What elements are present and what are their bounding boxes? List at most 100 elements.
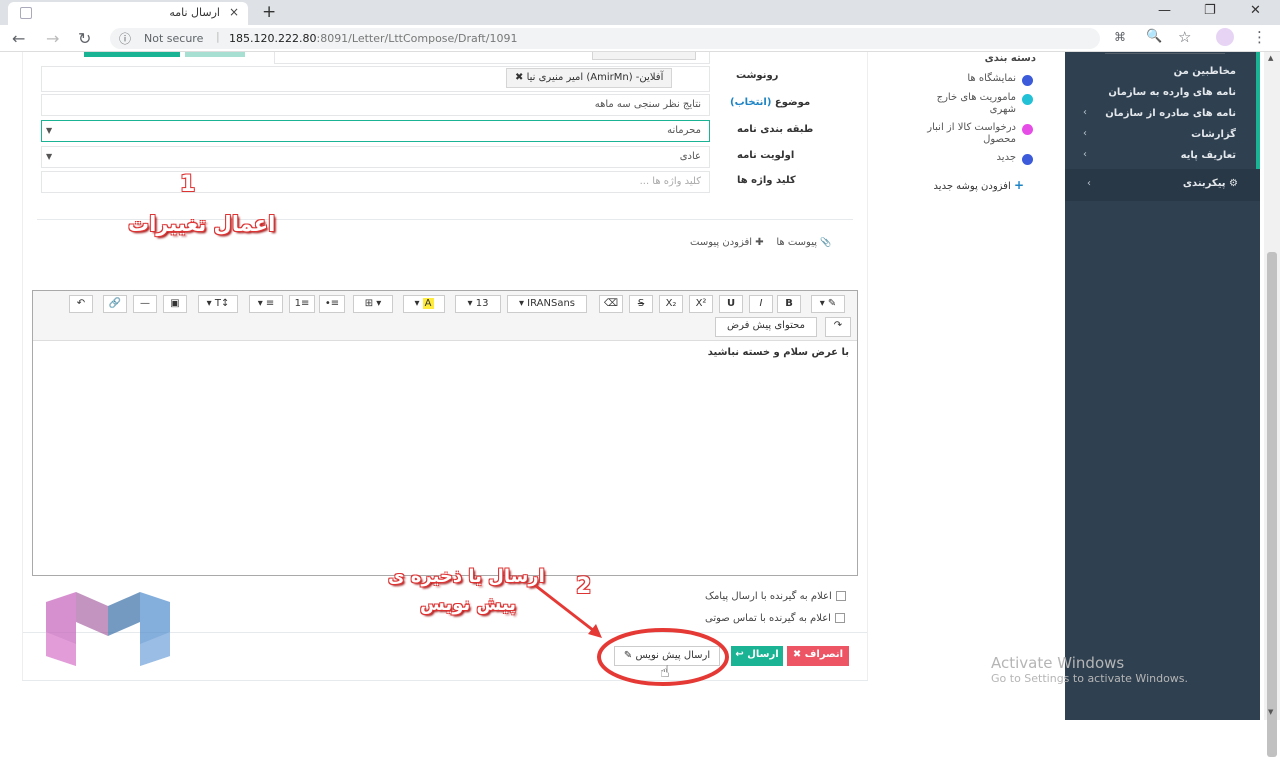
sidebar-item-contacts[interactable]: مخاطبین من (1174, 66, 1236, 77)
unordered-list-icon[interactable]: •≡ (319, 295, 345, 313)
redo-icon[interactable]: ↷ (825, 317, 851, 337)
panel-border (867, 52, 868, 680)
keywords-label: کلید واژه ها (737, 175, 796, 186)
keywords-placeholder: کلید واژه ها ... (639, 176, 701, 187)
sidebar-item-definitions[interactable]: تعاریف پایه (1181, 150, 1236, 161)
priority-label: اولویت نامه (737, 150, 795, 161)
cancel-button[interactable]: ✖ انصراف (787, 646, 849, 666)
sidebar: مخاطبین من نامه های وارده به سازمان نامه… (1065, 52, 1260, 720)
annotation-send-or-save-line1: ارسال یا ذخیره ی (388, 566, 545, 587)
menu-icon[interactable]: ⋮ (1252, 28, 1267, 46)
editor-body-text: با عرض سلام و خسته نباشید (707, 347, 849, 358)
sidebar-item-incoming[interactable]: نامه های وارده به سازمان (1108, 87, 1236, 98)
text-color-dropdown[interactable]: ▾ A (403, 295, 445, 313)
subject-label-text: موضوع (774, 97, 811, 108)
scrollbar-thumb[interactable] (1267, 252, 1277, 757)
add-attachment-link[interactable]: افزودن پیوست (690, 237, 752, 248)
sidebar-item-config[interactable]: ⚙ پیکربندی (1183, 178, 1238, 189)
close-window-button[interactable]: ✕ (1250, 3, 1261, 18)
subject-input[interactable]: نتایج نظر سنجی سه ماهه (41, 94, 710, 116)
align-dropdown[interactable]: ▾ ≡ (249, 295, 283, 313)
security-status: Not secure (144, 32, 204, 45)
sidebar-item-outgoing[interactable]: نامه های صادره از سازمان (1105, 108, 1236, 119)
annotation-send-or-save-line2: پیش نویس (420, 594, 517, 615)
url-field[interactable]: ⓘ Not secure | 185.120.222.80:8091/Lette… (110, 28, 1100, 49)
folder-item-new[interactable]: جدید (960, 152, 1016, 163)
bookmark-star-icon[interactable]: ☆ (1178, 28, 1191, 46)
font-family-dropdown[interactable]: ▾ IRANSans (507, 295, 587, 313)
keywords-input[interactable]: کلید واژه ها ... (41, 171, 710, 193)
font-size-dropdown[interactable]: ▾ 13 (455, 295, 501, 313)
config-label: پیکربندی (1182, 178, 1226, 189)
editor-toolbar: ↶ 🔗 — ▣ ▾ T↕ ▾ ≡ 1≡ •≡ ⊞ ▾ ▾ A ▾ 13 ▾ IR… (33, 291, 857, 341)
scroll-down-icon[interactable]: ▼ (1268, 708, 1273, 716)
checkbox-box[interactable] (835, 591, 846, 601)
profile-avatar[interactable] (1216, 28, 1234, 46)
new-tab-button[interactable]: + (262, 2, 276, 22)
hand-cursor-icon: ☝ (660, 662, 670, 681)
subscript-icon[interactable]: X₂ (659, 295, 683, 313)
horizontal-rule-icon[interactable]: — (133, 295, 157, 313)
underline-icon[interactable]: U (719, 295, 743, 313)
add-folder-label: افزودن پوشه جدید (933, 181, 1011, 192)
eraser-icon[interactable]: ⌫ (599, 295, 623, 313)
subject-select-link[interactable]: (انتخاب) (730, 97, 771, 108)
back-button[interactable]: ← (12, 29, 25, 48)
paperclip-icon: 📎 (820, 238, 832, 248)
classification-select[interactable]: ▼ محرمانه (41, 120, 710, 142)
top-action-button-partial-2[interactable] (185, 52, 245, 57)
send-label: ارسال (747, 649, 779, 660)
tab-close-icon[interactable]: × (229, 5, 239, 19)
page-scrollbar[interactable]: ▲ ▼ (1264, 52, 1280, 757)
subject-label: موضوع (انتخاب) (730, 97, 810, 108)
ordered-list-icon[interactable]: 1≡ (289, 295, 315, 313)
annotation-number-1: 1 (180, 172, 196, 197)
line-height-dropdown[interactable]: ▾ T↕ (198, 295, 238, 313)
minimize-button[interactable]: — (1158, 3, 1171, 18)
checkbox-box[interactable] (834, 613, 845, 623)
sidebar-item-reports[interactable]: گزارشات (1191, 129, 1236, 140)
chip-remove-icon[interactable]: ✖ (515, 72, 523, 83)
table-dropdown[interactable]: ⊞ ▾ (353, 295, 393, 313)
attachments-label: پیوست ها (776, 237, 818, 248)
url-text: 185.120.222.80:8091/Letter/LttCompose/Dr… (229, 32, 517, 45)
browser-tab[interactable]: ارسال نامه × (8, 2, 248, 25)
subject-value: نتایج نظر سنجی سه ماهه (594, 99, 701, 110)
strikethrough-icon[interactable]: S (629, 295, 653, 313)
info-icon[interactable]: ⓘ (119, 30, 131, 47)
reload-button[interactable]: ↻ (78, 29, 91, 48)
rich-text-editor[interactable]: ↶ 🔗 — ▣ ▾ T↕ ▾ ≡ 1≡ •≡ ⊞ ▾ ▾ A ▾ 13 ▾ IR… (32, 290, 858, 576)
chevron-left-icon: ‹ (1083, 128, 1087, 139)
undo-icon[interactable]: ↶ (69, 295, 93, 313)
folder-item-warehouse[interactable]: درخواست کالا از انبار محصول (910, 122, 1016, 146)
priority-value: عادی (679, 151, 701, 162)
priority-select[interactable]: ▼ عادی (41, 146, 710, 168)
folder-color-dot (1022, 75, 1033, 86)
sidebar-accent (1256, 52, 1260, 172)
folder-color-dot (1022, 94, 1033, 105)
zoom-icon[interactable]: 🔍 (1146, 29, 1162, 44)
bold-icon[interactable]: B (777, 295, 801, 313)
image-icon[interactable]: ▣ (163, 295, 187, 313)
default-content-button[interactable]: محتوای پیش فرض (715, 317, 817, 337)
italic-icon[interactable]: I (749, 295, 773, 313)
url-separator: | (216, 30, 220, 43)
maximize-button[interactable]: ❐ (1204, 3, 1216, 18)
forward-button[interactable]: → (46, 29, 59, 48)
plus-icon: ✚ (755, 237, 764, 248)
top-action-button-partial[interactable] (84, 52, 180, 57)
scroll-up-icon[interactable]: ▲ (1268, 54, 1273, 62)
sidebar-config-section: ⚙ پیکربندی ‹ (1065, 169, 1260, 201)
url-path: :8091/Letter/LttCompose/Draft/1091 (316, 32, 518, 45)
style-dropdown[interactable]: ▾ ✎ (811, 295, 845, 313)
folder-item-exhibitions[interactable]: نمایشگاه ها (930, 73, 1016, 84)
address-bar-row: ← → ↻ ⓘ Not secure | 185.120.222.80:8091… (0, 25, 1280, 52)
cc-label: رونوشت (736, 70, 779, 81)
add-folder-link[interactable]: + افزودن پوشه جدید (920, 178, 1024, 192)
translate-icon[interactable]: ⌘ (1114, 30, 1126, 44)
folder-item-missions[interactable]: ماموریت های خارج شهری (920, 92, 1016, 116)
link-icon[interactable]: 🔗 (103, 295, 127, 313)
superscript-icon[interactable]: X² (689, 295, 713, 313)
classification-value: محرمانه (667, 125, 701, 136)
chevron-down-icon: ▼ (46, 152, 53, 161)
